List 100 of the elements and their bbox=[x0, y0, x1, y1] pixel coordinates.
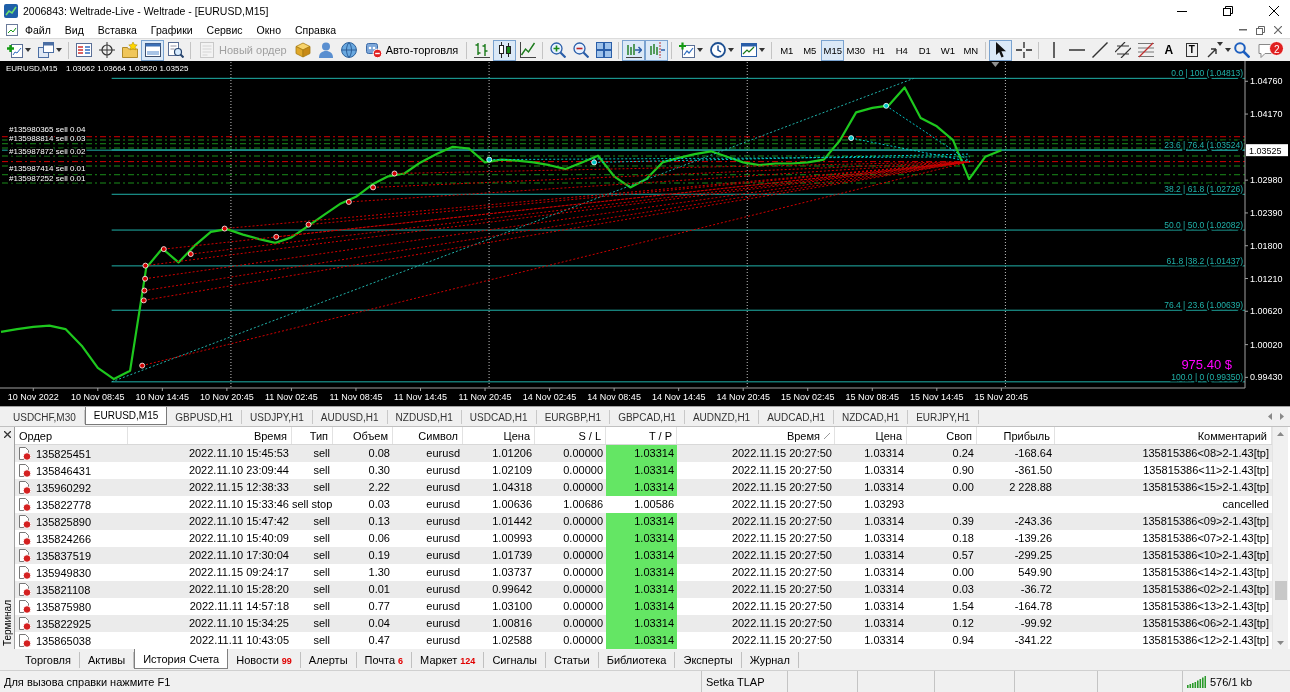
star-folder-icon[interactable] bbox=[121, 42, 138, 58]
caret-icon[interactable] bbox=[696, 48, 703, 52]
column-header[interactable]: Цена bbox=[835, 427, 907, 444]
menu-item[interactable]: Вид bbox=[57, 22, 91, 38]
column-header[interactable]: Цена bbox=[463, 427, 535, 444]
plus-chart-icon[interactable] bbox=[678, 42, 695, 58]
terminal-tab[interactable]: Журнал bbox=[741, 652, 799, 668]
target-icon[interactable] bbox=[98, 42, 115, 58]
autoscroll-button[interactable] bbox=[622, 39, 646, 61]
period-button[interactable]: MN bbox=[959, 39, 983, 61]
column-header[interactable]: Время bbox=[677, 427, 835, 444]
caret-icon[interactable] bbox=[55, 48, 62, 52]
terminal-tab[interactable]: Алерты bbox=[300, 652, 357, 668]
price-axis-label: 0.99430 bbox=[1250, 372, 1283, 383]
chart-tab[interactable]: USDCHF,M30 bbox=[5, 410, 85, 424]
chart-tab[interactable]: GBPUSD,H1 bbox=[167, 410, 243, 424]
auto-trading-button[interactable]: Авто-торговля bbox=[360, 39, 464, 61]
period-button[interactable]: M30 bbox=[844, 39, 868, 61]
column-header[interactable]: Объем bbox=[333, 427, 393, 444]
chart-window-icon[interactable] bbox=[740, 42, 757, 58]
person-icon[interactable] bbox=[318, 42, 335, 58]
text-label-button[interactable]: T bbox=[1180, 39, 1204, 61]
close-icon[interactable] bbox=[3, 431, 11, 438]
period-button[interactable]: M5 bbox=[798, 39, 822, 61]
tile-windows-icon[interactable] bbox=[595, 42, 612, 58]
caret-icon[interactable] bbox=[727, 48, 734, 52]
period-button[interactable]: D1 bbox=[913, 39, 937, 61]
terminal-tab[interactable]: Торговля bbox=[17, 652, 80, 668]
terminal-tab[interactable]: Сигналы bbox=[484, 652, 546, 668]
window-stack-icon[interactable] bbox=[37, 42, 54, 58]
minimize-icon[interactable] bbox=[1177, 10, 1187, 12]
period-button[interactable]: H4 bbox=[890, 39, 914, 61]
chart-tab[interactable]: NZDUSD,H1 bbox=[387, 410, 462, 424]
chart-tab[interactable]: USDCAD,H1 bbox=[461, 410, 537, 424]
terminal-tab[interactable]: Статьи bbox=[546, 652, 599, 668]
chart-tab[interactable]: USDJPY,H1 bbox=[242, 410, 313, 424]
menu-item[interactable]: Окно bbox=[249, 22, 288, 38]
chart-tab[interactable]: EURGBP,H1 bbox=[536, 410, 611, 424]
column-header[interactable]: Ордер bbox=[15, 427, 128, 444]
terminal-tab[interactable]: Маркет 124 bbox=[412, 652, 485, 668]
column-header[interactable]: Прибыль bbox=[977, 427, 1055, 444]
restore-icon[interactable] bbox=[1223, 6, 1233, 16]
menu-item[interactable]: Файл bbox=[18, 22, 58, 38]
period-button[interactable]: H1 bbox=[867, 39, 891, 61]
zoom-in-icon[interactable] bbox=[549, 42, 566, 58]
scroll-up-icon[interactable] bbox=[1277, 432, 1284, 436]
menu-item[interactable]: Справка bbox=[288, 22, 344, 38]
chart-tab[interactable]: GBPCAD,H1 bbox=[610, 410, 685, 424]
terminal-tab[interactable]: История Счета bbox=[134, 649, 229, 669]
fibo-levels-icon bbox=[1137, 42, 1154, 58]
zoom-out-icon[interactable] bbox=[572, 42, 589, 58]
search-icon[interactable] bbox=[1234, 42, 1251, 58]
scroll-right-icon[interactable] bbox=[1280, 413, 1284, 420]
scrollbar[interactable] bbox=[1272, 427, 1288, 649]
order-number: 135865038 bbox=[36, 634, 92, 647]
column-header[interactable]: Своп bbox=[907, 427, 977, 444]
cube-icon[interactable] bbox=[295, 42, 312, 58]
terminal-tab[interactable]: Новости 99 bbox=[228, 652, 301, 668]
terminal-tab[interactable]: Библиотека bbox=[598, 652, 676, 668]
column-header[interactable]: S / L bbox=[535, 427, 606, 444]
price-axis-label: 1.01800 bbox=[1250, 240, 1283, 251]
text-tool-button[interactable]: A bbox=[1157, 39, 1181, 61]
terminal-tab[interactable]: Почта 6 bbox=[356, 652, 413, 668]
scroll-thumb[interactable] bbox=[1274, 581, 1287, 600]
chart-tab[interactable]: AUDUSD,H1 bbox=[312, 410, 388, 424]
menu-item[interactable]: Сервис bbox=[199, 22, 250, 38]
scroll-left-icon[interactable] bbox=[1268, 413, 1272, 420]
column-header[interactable]: Тип bbox=[292, 427, 333, 444]
column-header[interactable]: T / P bbox=[606, 427, 677, 444]
chart-tab[interactable]: AUDNZD,H1 bbox=[684, 410, 760, 424]
cursor-button[interactable] bbox=[989, 39, 1013, 61]
candlestick-button[interactable] bbox=[493, 39, 517, 61]
chart-tab[interactable]: EURJPY,H1 bbox=[908, 410, 979, 424]
magnifier-page-icon[interactable] bbox=[167, 42, 184, 58]
table-cell-text: 135815386<07>2-1.43[tp] bbox=[1141, 531, 1270, 546]
globe-icon[interactable] bbox=[341, 42, 358, 58]
period-button[interactable]: M1 bbox=[775, 39, 799, 61]
table-cell-text: 2022.11.11 10:43:05 bbox=[188, 633, 290, 648]
clock-icon[interactable] bbox=[709, 42, 726, 58]
terminal-button[interactable] bbox=[141, 39, 164, 61]
column-header[interactable]: Символ bbox=[393, 427, 463, 444]
chart-tab[interactable]: AUDCAD,H1 bbox=[759, 410, 834, 424]
chart-tab[interactable]: NZDCAD,H1 bbox=[833, 410, 909, 424]
terminal-tab[interactable]: Эксперты bbox=[675, 652, 742, 668]
scroll-down-icon[interactable] bbox=[1277, 641, 1284, 645]
caret-icon[interactable] bbox=[24, 48, 31, 52]
new-chart-icon[interactable] bbox=[6, 42, 23, 58]
table-cell-text: 2.22 bbox=[367, 480, 391, 495]
column-header[interactable]: Время bbox=[128, 427, 292, 444]
period-button[interactable]: W1 bbox=[936, 39, 960, 61]
order-doc-icon bbox=[18, 617, 31, 630]
chart-tab[interactable]: EURUSD,M15 bbox=[84, 407, 168, 425]
quote-list-icon[interactable] bbox=[75, 42, 92, 58]
menu-item[interactable]: Вставка bbox=[90, 22, 144, 38]
menu-item[interactable]: Графики bbox=[143, 22, 200, 38]
close-icon[interactable] bbox=[1269, 6, 1279, 16]
price-axis-label: 1.04760 bbox=[1250, 76, 1283, 87]
caret-icon[interactable] bbox=[758, 48, 765, 52]
period-button[interactable]: M15 bbox=[821, 39, 845, 61]
table-cell-text: 0.39 bbox=[951, 514, 975, 529]
